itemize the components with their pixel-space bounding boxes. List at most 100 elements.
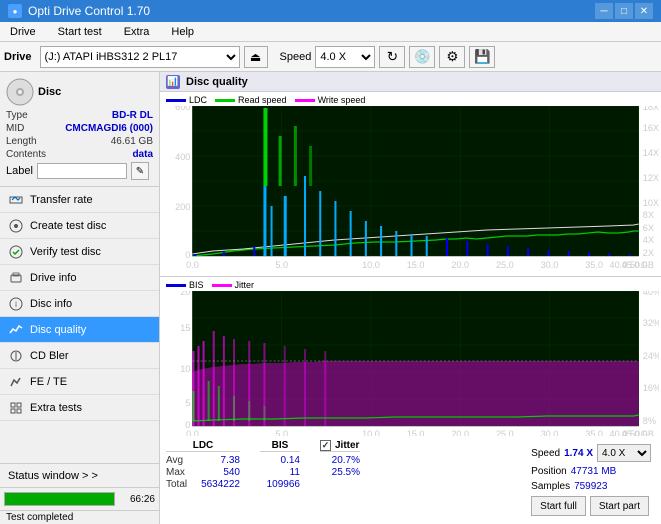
chart2-legend: BIS Jitter xyxy=(162,279,659,291)
ldc-stats-group: LDC Avg 7.38 Max 540 Total 5634222 xyxy=(166,440,240,490)
samples-info: Samples 759923 xyxy=(531,481,651,492)
app-title: Opti Drive Control 1.70 xyxy=(28,4,150,18)
svg-text:2X: 2X xyxy=(643,248,654,258)
nav-fe-te[interactable]: FE / TE xyxy=(0,369,159,395)
nav-verify-test-disc[interactable]: Verify test disc xyxy=(0,239,159,265)
verify-test-disc-icon xyxy=(8,244,24,260)
content-header: 📊 Disc quality xyxy=(160,72,661,92)
nav-transfer-rate[interactable]: Transfer rate xyxy=(0,187,159,213)
jitter-avg-value: 20.7% xyxy=(320,455,360,466)
settings-button[interactable]: ⚙ xyxy=(439,46,465,68)
svg-text:16X: 16X xyxy=(643,123,659,133)
disc-button[interactable]: 💿 xyxy=(409,46,435,68)
menu-drive[interactable]: Drive xyxy=(4,24,42,40)
svg-text:25.0: 25.0 xyxy=(496,260,514,268)
speed-select2[interactable]: 4.0 X xyxy=(597,444,651,462)
svg-text:6X: 6X xyxy=(643,223,654,233)
ldc-avg-value: 7.38 xyxy=(200,455,240,466)
ldc-total-value: 5634222 xyxy=(200,479,240,490)
svg-text:GB: GB xyxy=(641,429,654,436)
speed-select[interactable]: 4.0 X xyxy=(315,46,375,68)
minimize-button[interactable]: ─ xyxy=(595,3,613,19)
fe-te-icon xyxy=(8,374,24,390)
svg-text:30.0: 30.0 xyxy=(541,260,559,268)
svg-text:20: 20 xyxy=(180,291,190,297)
ldc-legend-label: LDC xyxy=(189,95,207,105)
svg-text:10.0: 10.0 xyxy=(362,260,380,268)
start-full-button[interactable]: Start full xyxy=(531,496,586,516)
bottom-panel: LDC Avg 7.38 Max 540 Total 5634222 xyxy=(160,436,661,524)
svg-text:40%: 40% xyxy=(643,291,659,297)
nav-cd-bler-label: CD Bler xyxy=(30,350,69,362)
svg-text:15.0: 15.0 xyxy=(407,260,425,268)
jitter-checkbox[interactable]: ✓ xyxy=(320,440,331,451)
nav-disc-info[interactable]: i Disc info xyxy=(0,291,159,317)
nav-cd-bler[interactable]: CD Bler xyxy=(0,343,159,369)
charts-area: LDC Read speed Write speed xyxy=(160,92,661,436)
nav-drive-info-label: Drive info xyxy=(30,272,76,284)
svg-text:20.0: 20.0 xyxy=(451,429,469,436)
menu-bar: Drive Start test Extra Help xyxy=(0,22,661,42)
status-window-button[interactable]: Status window > > xyxy=(0,464,159,488)
save-button[interactable]: 💾 xyxy=(469,46,495,68)
chart1-svg: 600 400 200 0 0.0 5.0 10.0 15.0 20.0 25.… xyxy=(162,106,659,268)
maximize-button[interactable]: □ xyxy=(615,3,633,19)
drive-select[interactable]: (J:) ATAPI iHBS312 2 PL17 xyxy=(40,46,240,68)
svg-text:0.0: 0.0 xyxy=(186,260,199,268)
chart1-legend: LDC Read speed Write speed xyxy=(162,94,659,106)
start-part-button[interactable]: Start part xyxy=(590,496,649,516)
nav-transfer-rate-label: Transfer rate xyxy=(30,194,93,206)
svg-text:8%: 8% xyxy=(643,416,656,426)
write-speed-legend-label: Write speed xyxy=(318,95,366,105)
write-speed-legend-color xyxy=(295,99,315,102)
disc-section-label: Disc xyxy=(38,86,61,98)
bis-total-value: 109966 xyxy=(260,479,300,490)
chart2-svg: 20 15 10 5 0 0.0 5.0 10.0 15.0 20.0 25.0… xyxy=(162,291,659,436)
samples-label: Samples xyxy=(531,481,570,492)
svg-text:0.0: 0.0 xyxy=(186,429,199,436)
status-text-area: Test completed xyxy=(0,510,159,524)
svg-text:200: 200 xyxy=(175,202,190,212)
right-stats-panel: Speed 1.74 X 4.0 X Position 47731 MB Sam… xyxy=(531,440,655,516)
eject-button[interactable]: ⏏ xyxy=(244,46,268,68)
close-button[interactable]: ✕ xyxy=(635,3,653,19)
nav-disc-quality[interactable]: Disc quality xyxy=(0,317,159,343)
progress-time: 66:26 xyxy=(119,494,155,505)
nav-drive-info[interactable]: Drive info xyxy=(0,265,159,291)
type-label: Type xyxy=(6,110,28,121)
nav-create-test-disc[interactable]: Create test disc xyxy=(0,213,159,239)
svg-text:4X: 4X xyxy=(643,235,654,245)
svg-text:35.0: 35.0 xyxy=(585,429,603,436)
speed-label: Speed xyxy=(280,51,312,63)
nav-extra-tests[interactable]: Extra tests xyxy=(0,395,159,421)
position-value: 47731 MB xyxy=(571,466,617,477)
svg-text:10: 10 xyxy=(180,364,190,374)
disc-info-panel: Disc Type BD-R DL MID CMCMAGDI6 (000) Le… xyxy=(0,72,159,187)
drive-label: Drive xyxy=(4,51,32,63)
content-area: 📊 Disc quality LDC Read speed xyxy=(160,72,661,524)
label-edit-button[interactable]: ✎ xyxy=(131,162,149,180)
status-area: Status window > > 66:26 Test completed xyxy=(0,463,159,524)
bis-legend-label: BIS xyxy=(189,280,204,290)
menu-extra[interactable]: Extra xyxy=(118,24,156,40)
ldc-total-label: Total xyxy=(166,479,196,490)
refresh-button[interactable]: ↻ xyxy=(379,46,405,68)
menu-start-test[interactable]: Start test xyxy=(52,24,108,40)
contents-value: data xyxy=(132,149,153,160)
svg-text:24%: 24% xyxy=(643,351,659,361)
mid-label: MID xyxy=(6,123,24,134)
length-value: 46.61 GB xyxy=(111,136,153,147)
sidebar: Disc Type BD-R DL MID CMCMAGDI6 (000) Le… xyxy=(0,72,160,524)
label-input[interactable] xyxy=(37,163,127,179)
svg-text:25.0: 25.0 xyxy=(496,429,514,436)
content-title: Disc quality xyxy=(186,76,248,88)
chart2-container: BIS Jitter xyxy=(160,277,661,436)
jitter-stats-group: ✓ Jitter 20.7% 25.5% xyxy=(320,440,360,478)
svg-text:400: 400 xyxy=(175,152,190,162)
mid-value: CMCMAGDI6 (000) xyxy=(65,123,153,134)
menu-help[interactable]: Help xyxy=(165,24,200,40)
svg-text:i: i xyxy=(15,300,17,309)
nav-verify-test-disc-label: Verify test disc xyxy=(30,246,101,258)
read-speed-legend-color xyxy=(215,99,235,102)
jitter-max-value: 25.5% xyxy=(320,467,360,478)
